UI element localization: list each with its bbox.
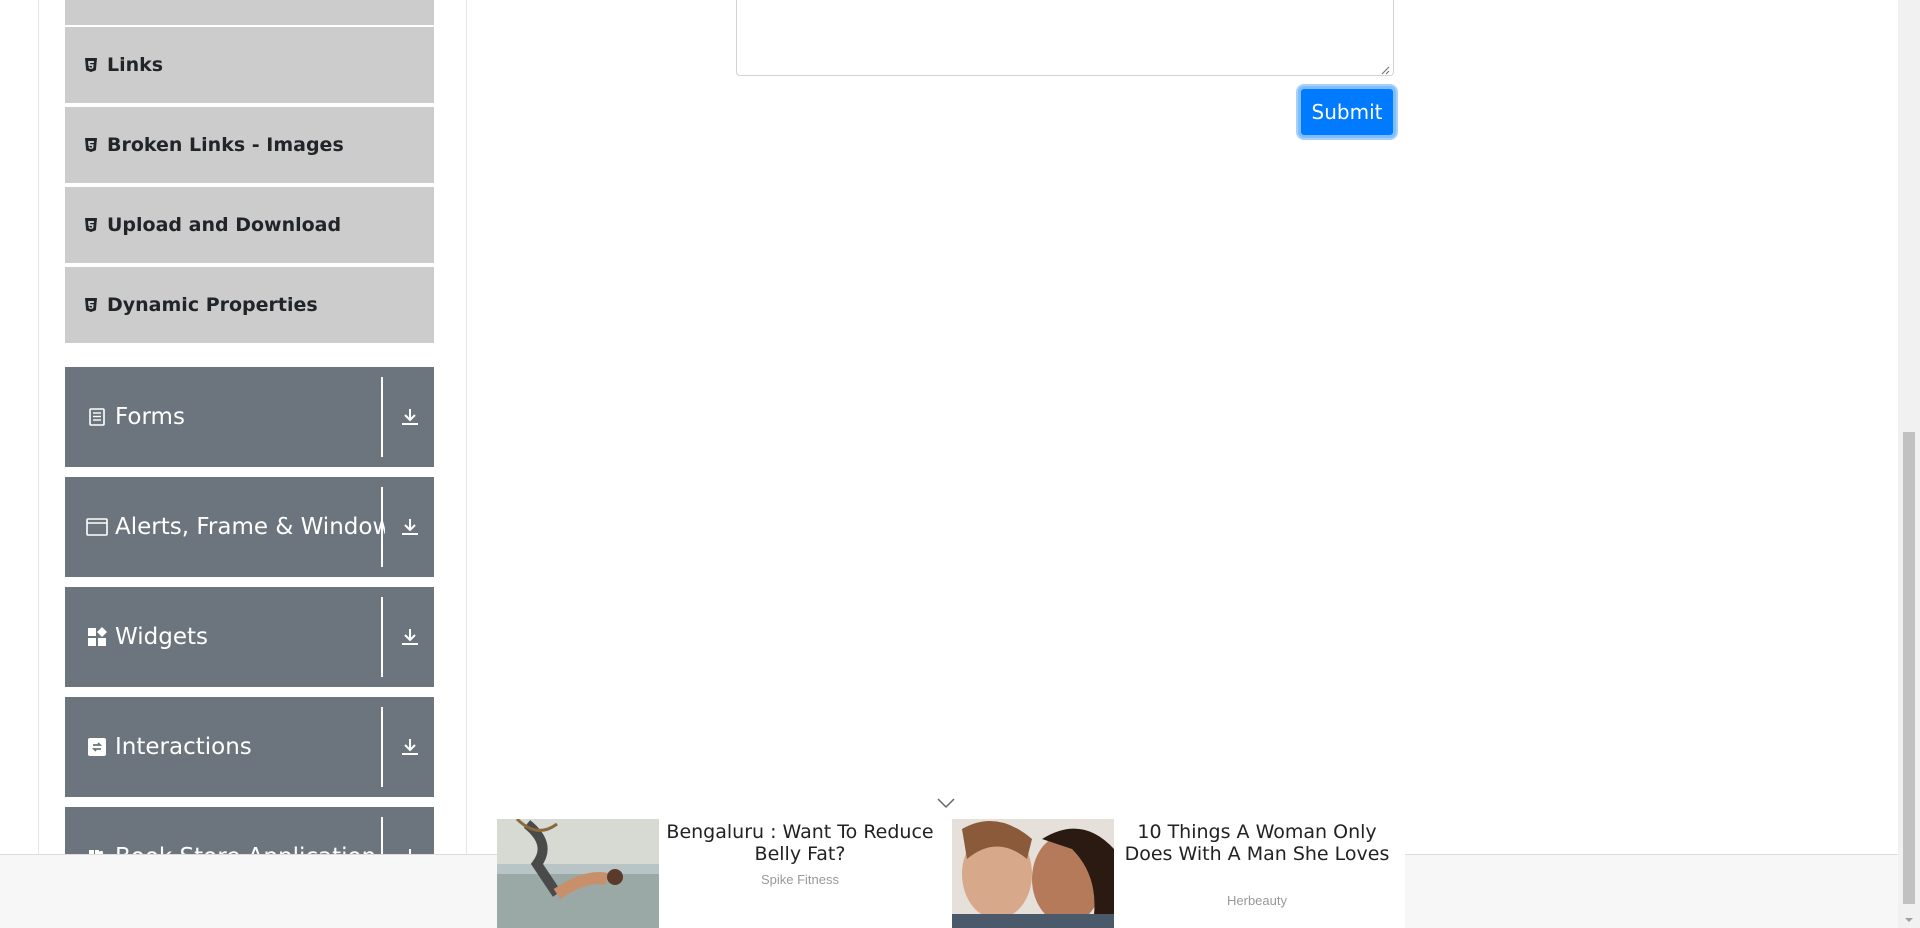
sidebar-item-upload-download[interactable]: Upload and Download — [65, 187, 434, 265]
sidebar-item-label: Upload and Download — [107, 214, 342, 236]
group-header-alerts[interactable]: Alerts, Frame & Windows — [65, 477, 434, 577]
scroll-down-arrow-icon[interactable] — [1903, 912, 1915, 922]
scrollbar-thumb[interactable] — [1903, 432, 1915, 904]
html5-icon — [83, 57, 99, 73]
ad-title[interactable]: Bengaluru : Want To Reduce Belly Fat? — [665, 821, 935, 865]
download-icon[interactable] — [398, 515, 422, 539]
sidebar-item-links[interactable]: Links — [65, 27, 434, 105]
form-icon — [85, 405, 109, 429]
widgets-icon — [85, 625, 109, 649]
ad-source: Herbeauty — [1227, 893, 1287, 908]
html5-icon — [83, 297, 99, 313]
ad-image-couple[interactable] — [952, 819, 1114, 928]
page: Links Broken Links - Images Upload and D… — [0, 0, 1920, 928]
sidebar-item-dynamic-properties[interactable]: Dynamic Properties — [65, 267, 434, 345]
sidebar-item-broken-links[interactable]: Broken Links - Images — [65, 107, 434, 185]
download-icon[interactable] — [398, 735, 422, 759]
ad-title[interactable]: 10 Things A Woman Only Does With A Man S… — [1122, 821, 1392, 865]
submit-button[interactable]: Submit — [1298, 86, 1396, 138]
ad-image-fitness[interactable] — [497, 819, 659, 928]
sidebar-item-partial[interactable] — [65, 0, 434, 27]
divider — [381, 487, 383, 567]
sidebar-item-label: Broken Links - Images — [107, 134, 344, 156]
ad-card[interactable]: Bengaluru : Want To Reduce Belly Fat? Sp… — [497, 819, 947, 928]
ad-banner: Bengaluru : Want To Reduce Belly Fat? Sp… — [497, 819, 1405, 928]
window-icon — [85, 515, 109, 539]
download-icon[interactable] — [398, 405, 422, 429]
sidebar-item-label: Dynamic Properties — [107, 294, 318, 316]
group-label: Forms — [115, 404, 185, 430]
group-header-interactions[interactable]: Interactions — [65, 697, 434, 797]
interactions-icon — [85, 735, 109, 759]
permanent-address-textarea[interactable] — [736, 0, 1394, 76]
divider — [381, 377, 383, 457]
html5-icon — [83, 137, 99, 153]
scrollbar[interactable] — [1898, 0, 1920, 928]
resize-handle-icon[interactable] — [1380, 62, 1390, 75]
group-label: Interactions — [115, 734, 252, 760]
divider — [381, 597, 383, 677]
group-label: Alerts, Frame & Windows — [115, 514, 385, 540]
ad-card[interactable]: 10 Things A Woman Only Does With A Man S… — [952, 819, 1405, 928]
divider — [381, 707, 383, 787]
sidebar-item-label: Links — [107, 54, 164, 76]
html5-icon — [83, 217, 99, 233]
ad-source: Spike Fitness — [760, 872, 840, 887]
group-header-forms[interactable]: Forms — [65, 367, 434, 467]
group-label: Widgets — [115, 624, 208, 650]
chevron-down-icon[interactable] — [936, 796, 956, 810]
download-icon[interactable] — [398, 625, 422, 649]
group-header-widgets[interactable]: Widgets — [65, 587, 434, 687]
